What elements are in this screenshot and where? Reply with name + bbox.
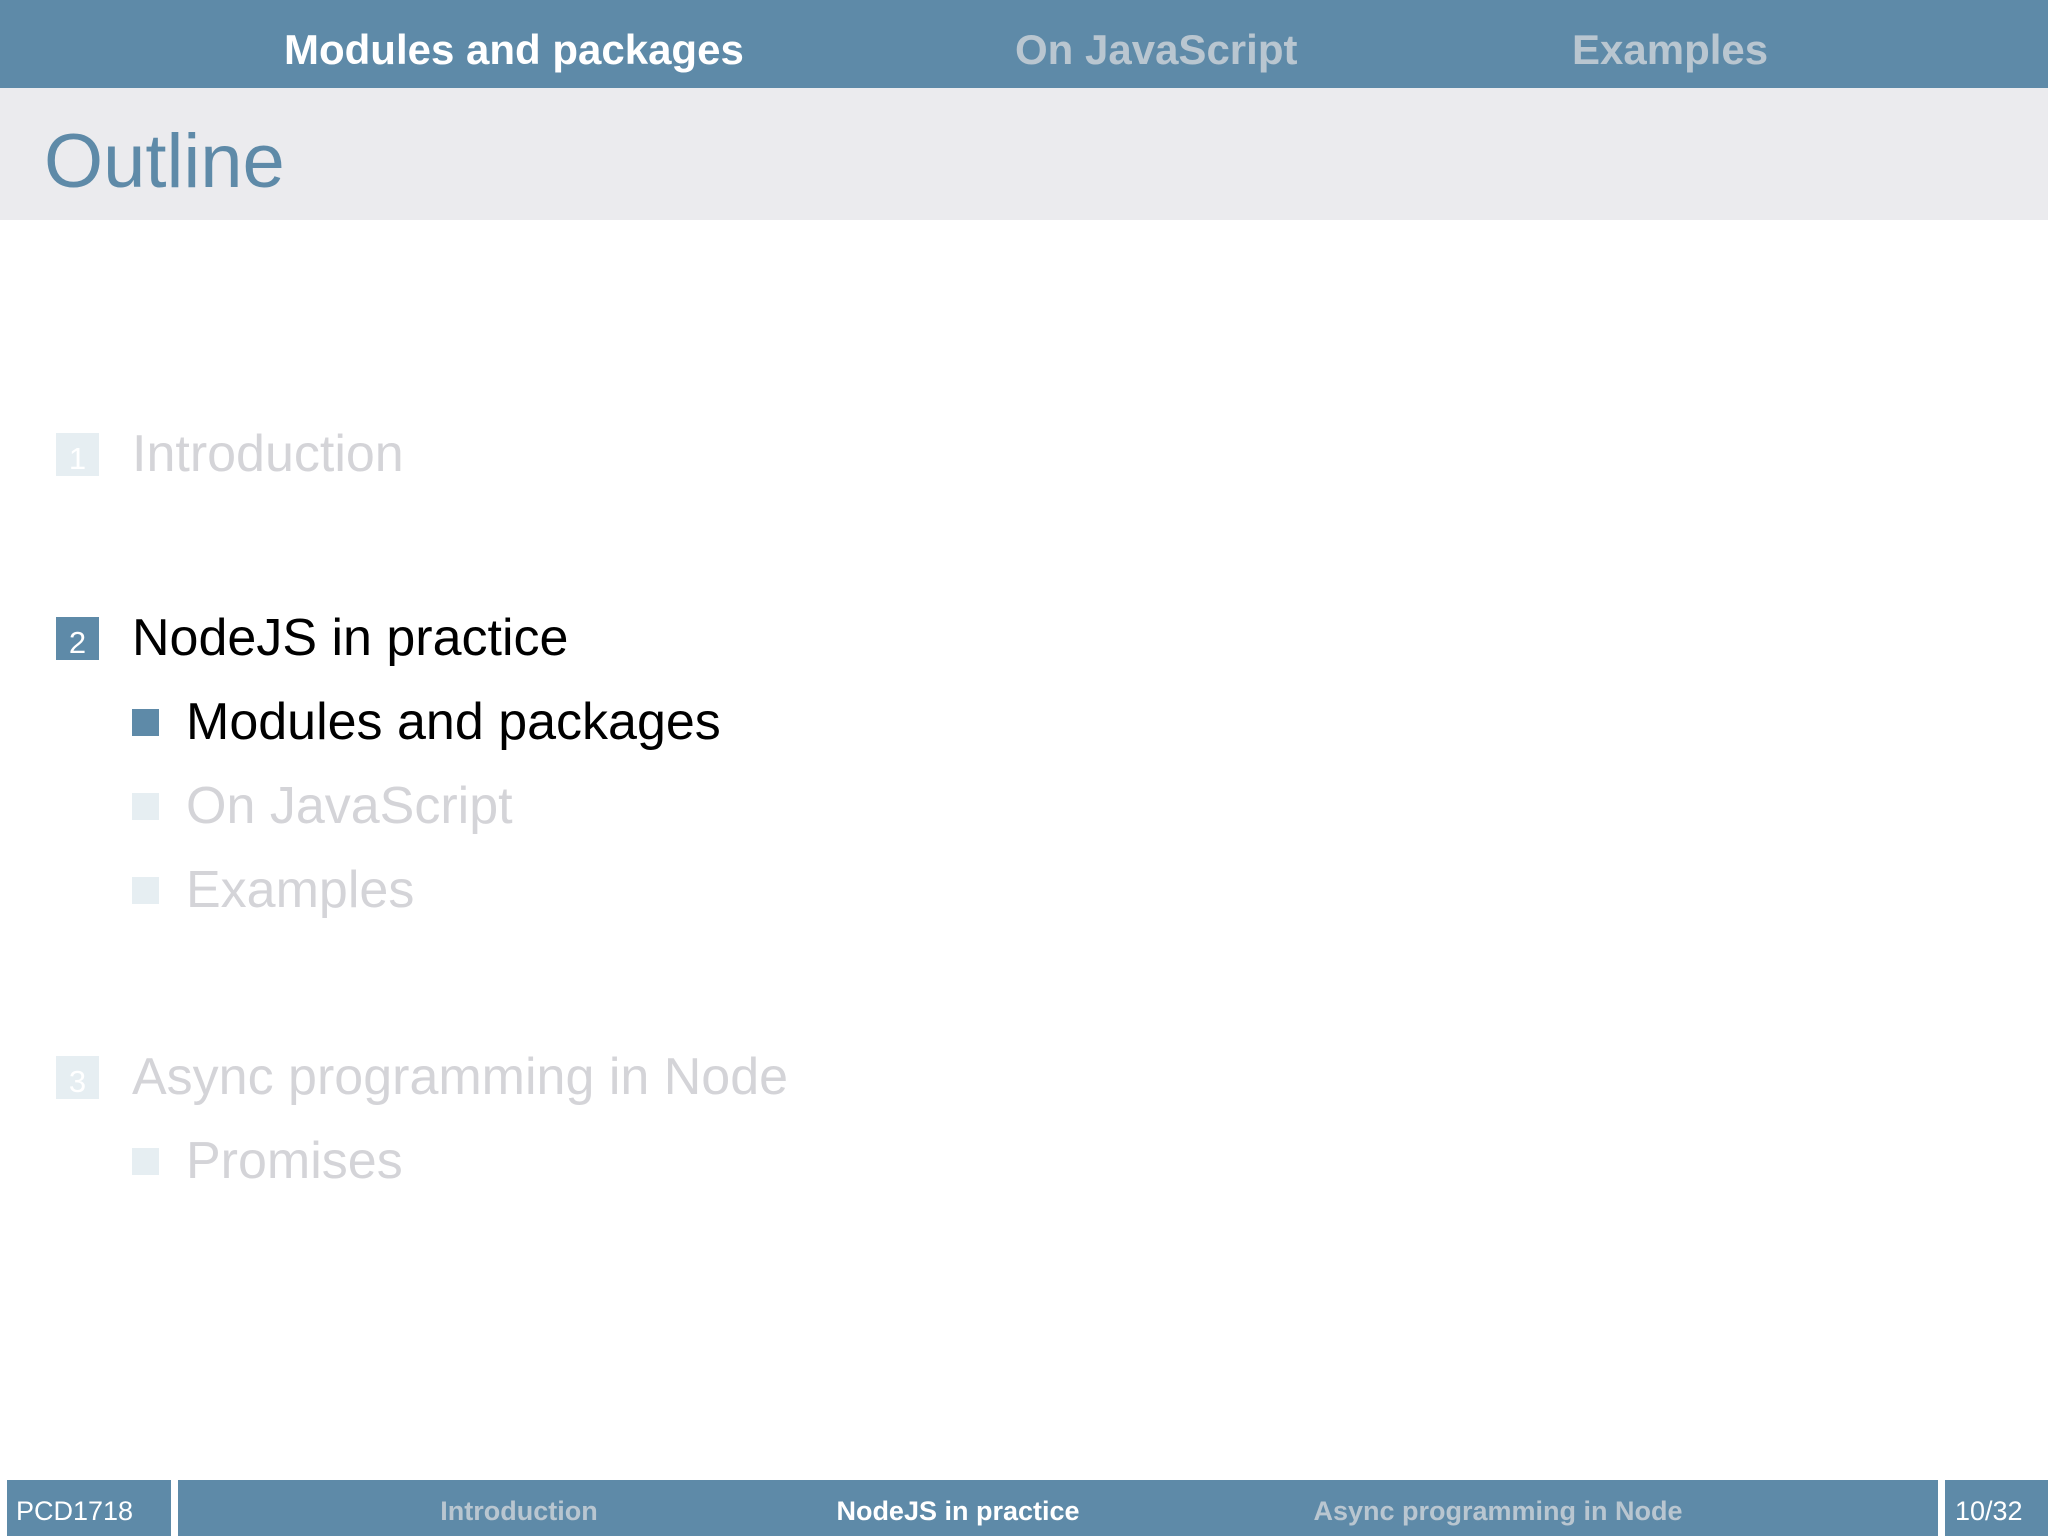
outline-section-async-programming-in-node[interactable]: 3 Async programming in Node: [56, 1047, 788, 1107]
footer-bar: PCD1718 Introduction NodeJS in practice …: [0, 1480, 2048, 1536]
section-number-badge: 2: [56, 616, 99, 660]
square-bullet-icon: [132, 708, 159, 736]
outline-subsection-modules-and-packages[interactable]: Modules and packages: [132, 692, 721, 752]
subsection-label: Examples: [186, 861, 415, 919]
square-bullet-icon: [132, 1147, 159, 1175]
page-number: 10/32: [1955, 1496, 2023, 1526]
outline-section-introduction[interactable]: 1 Introduction: [56, 424, 404, 484]
outline-subsection-examples[interactable]: Examples: [132, 860, 414, 920]
footer-page-box: 10/32: [1945, 1480, 2048, 1536]
footer-course-box: PCD1718: [7, 1480, 171, 1536]
slide: Modules and packages On JavaScript Examp…: [0, 0, 2048, 1536]
subsection-label: Promises: [186, 1132, 403, 1190]
square-bullet-icon: [132, 876, 159, 904]
square-bullet-icon: [132, 792, 159, 820]
outline-section-nodejs-in-practice[interactable]: 2 NodeJS in practice: [56, 608, 568, 668]
section-number-badge: 1: [56, 432, 99, 476]
subsection-label: On JavaScript: [186, 777, 513, 835]
footer-course-label: PCD1718: [16, 1496, 134, 1526]
outline: 1 Introduction 2 NodeJS in practice Modu…: [0, 0, 2048, 1536]
footer-section-navigation: Introduction NodeJS in practice Async pr…: [178, 1480, 1938, 1536]
section-number-badge: 3: [56, 1055, 99, 1099]
footer-nav-async-programming-in-node[interactable]: Async programming in Node: [1313, 1480, 1682, 1536]
section-label: NodeJS in practice: [132, 609, 569, 667]
outline-subsection-promises[interactable]: Promises: [132, 1131, 403, 1191]
footer-nav-nodejs-in-practice[interactable]: NodeJS in practice: [836, 1480, 1079, 1536]
section-label: Async programming in Node: [132, 1048, 789, 1106]
outline-subsection-on-javascript[interactable]: On JavaScript: [132, 776, 513, 836]
footer-nav-introduction[interactable]: Introduction: [440, 1480, 597, 1536]
section-label: Introduction: [132, 425, 404, 483]
subsection-label: Modules and packages: [186, 693, 721, 751]
